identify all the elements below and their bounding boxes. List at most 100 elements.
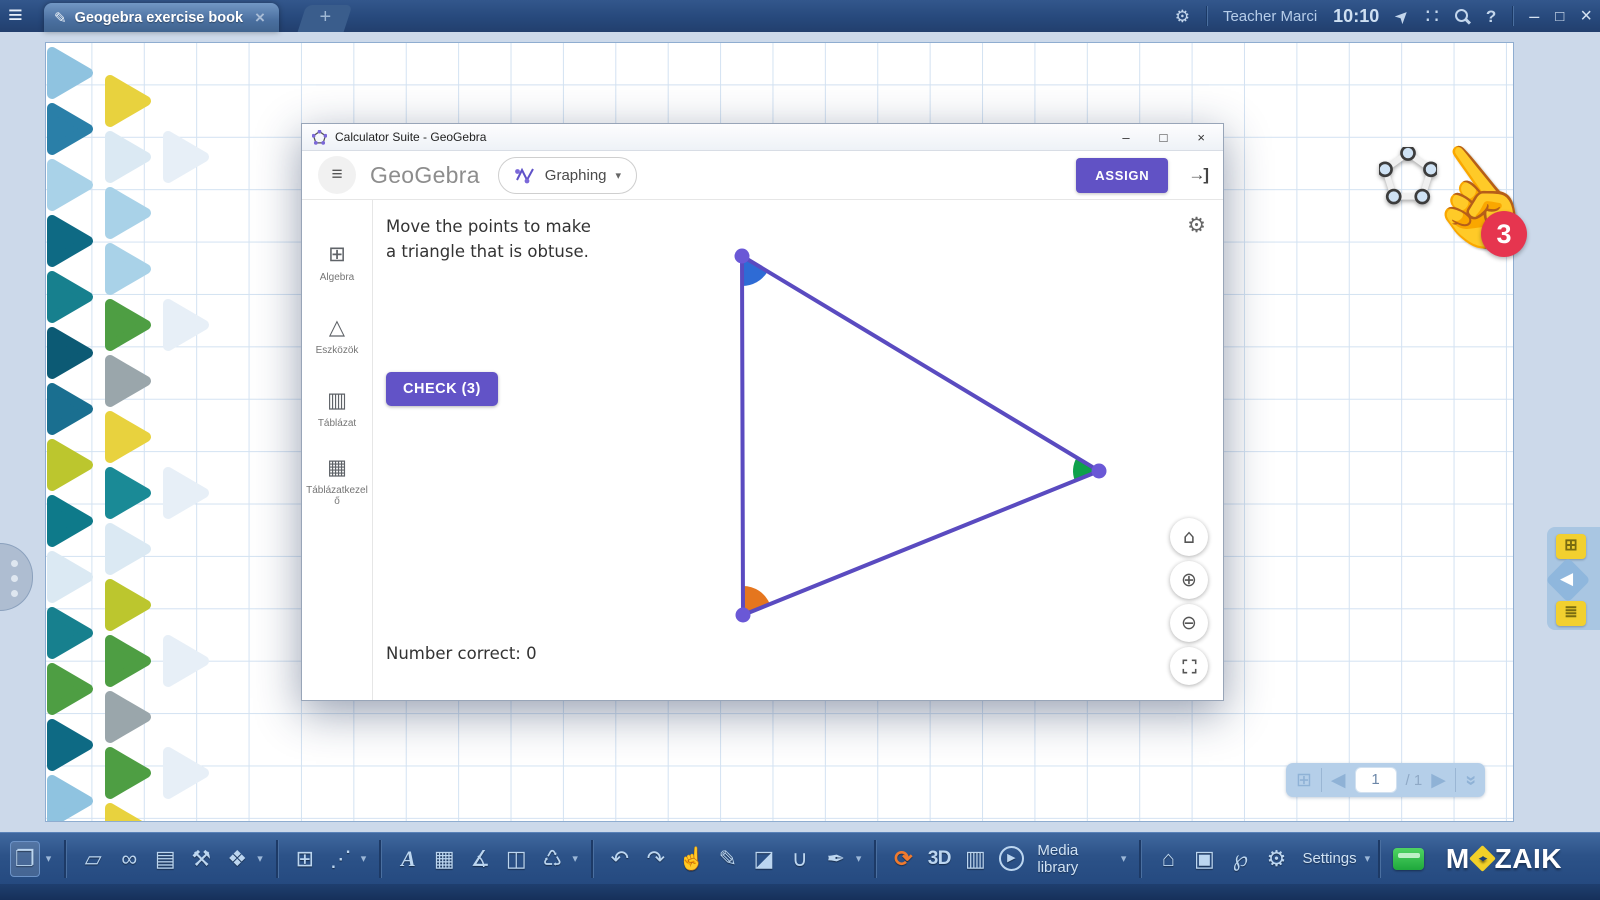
toolbar-divider xyxy=(874,840,876,878)
add-page-button[interactable]: ⊞ xyxy=(291,841,319,877)
toolbar-divider xyxy=(64,840,66,878)
sidebar-item-spreadsheet[interactable]: ▦ Táblázatkezelő xyxy=(302,449,372,513)
segment-tool-button[interactable]: ⋰ xyxy=(327,841,355,877)
vertex-point-right[interactable] xyxy=(1092,464,1107,479)
caret-icon[interactable]: ▾ xyxy=(46,852,52,865)
sidebar-item-table[interactable]: ▥ Táblázat xyxy=(302,376,372,440)
triangle-edges[interactable] xyxy=(742,256,1099,615)
binoculars-icon: ∞ xyxy=(121,848,137,870)
next-page-icon[interactable]: ▶ xyxy=(1431,771,1446,790)
caret-icon[interactable]: ▾ xyxy=(572,852,578,865)
undo-button[interactable]: ↶ xyxy=(606,841,634,877)
redo-button[interactable]: ↷ xyxy=(642,841,670,877)
last-page-icon[interactable]: « xyxy=(1461,775,1480,786)
new-tab-button[interactable]: + xyxy=(298,5,353,32)
geogebra-menu-button[interactable]: ≡ xyxy=(318,156,356,194)
eraser-button[interactable]: ◪ xyxy=(750,841,778,877)
attachment-button[interactable]: ℘ xyxy=(1226,841,1254,877)
side-panel-handle[interactable] xyxy=(0,543,33,611)
help-icon[interactable]: ? xyxy=(1486,8,1496,25)
zoom-in-button[interactable]: ⊕ xyxy=(1170,561,1208,599)
keyboard-button[interactable] xyxy=(1393,848,1424,870)
exercise-list-tab[interactable]: ≣ xyxy=(1556,601,1586,626)
open-book-icon: ❐ xyxy=(15,848,35,870)
add-page-tab[interactable]: ⊞ xyxy=(1556,534,1586,559)
geogebra-window: Calculator Suite - GeoGebra – □ × ≡ GeoG… xyxy=(301,123,1224,701)
settings-dropdown[interactable]: Settings xyxy=(1302,850,1356,867)
tab-close-icon[interactable]: × xyxy=(255,8,265,28)
window-close-button[interactable]: × xyxy=(1197,131,1205,144)
snapshot-button[interactable]: ▣ xyxy=(1190,841,1218,877)
marker-button[interactable]: ✎ xyxy=(714,841,742,877)
zoom-in-icon: ⊕ xyxy=(1181,569,1197,591)
open-book-button[interactable]: ❐ xyxy=(10,841,40,877)
compass-icon: ∡ xyxy=(470,848,490,870)
window-maximize-button[interactable]: □ xyxy=(1160,131,1168,144)
main-menu-icon[interactable]: ≡ xyxy=(8,1,23,30)
geogebra-canvas[interactable]: Move the points to make a triangle that … xyxy=(373,200,1223,700)
zoom-out-button[interactable]: ⊖ xyxy=(1170,604,1208,642)
geometry-tool-button[interactable]: ∡ xyxy=(466,841,494,877)
table-tool-button[interactable]: ▦ xyxy=(430,841,458,877)
sidebar-item-tools[interactable]: △ Eszközök xyxy=(302,303,372,367)
layers-icon: ❖ xyxy=(227,848,247,870)
assign-button[interactable]: ASSIGN xyxy=(1076,158,1168,193)
sidebar-item-algebra[interactable]: ⊞ Algebra xyxy=(302,230,372,294)
media-library-dropdown[interactable]: Media library xyxy=(1037,842,1113,876)
caret-icon[interactable]: ▾ xyxy=(856,852,862,865)
sidebar-item-label: Táblázat xyxy=(306,418,368,429)
rocket-icon[interactable]: ➤ xyxy=(1391,5,1413,27)
home-view-button[interactable]: ⌂ xyxy=(1170,518,1208,556)
eraser-icon: ◪ xyxy=(753,848,774,870)
settings-gear-button[interactable]: ⚙ xyxy=(1262,841,1290,877)
bottom-strip xyxy=(0,884,1600,900)
vertex-point-bottom[interactable] xyxy=(736,608,751,623)
fill-button[interactable]: ∪ xyxy=(786,841,814,877)
function-icon xyxy=(514,164,536,186)
caret-icon[interactable]: ▾ xyxy=(1121,852,1127,865)
user-name: Teacher Marci xyxy=(1223,8,1317,25)
hand-tool-button[interactable]: ☝ xyxy=(678,841,706,877)
sign-in-icon[interactable]: →] xyxy=(1188,165,1207,185)
sidebar-item-label: Algebra xyxy=(306,272,368,283)
exercise-sheet-button[interactable]: ▤ xyxy=(151,841,179,877)
media-insert-button[interactable]: ◫ xyxy=(502,841,530,877)
homework-button[interactable]: ⌂ xyxy=(1154,841,1182,877)
fullscreen-button[interactable] xyxy=(1170,647,1208,685)
geogebra-titlebar[interactable]: Calculator Suite - GeoGebra – □ × xyxy=(302,124,1223,151)
toolbar-divider xyxy=(1139,840,1141,878)
add-page-icon[interactable]: ⊞ xyxy=(1296,771,1312,790)
education-button[interactable]: ▱ xyxy=(79,841,107,877)
app-minimize-button[interactable]: – xyxy=(1529,6,1539,27)
geogebra-brand: GeoGebra xyxy=(370,162,480,189)
app-close-button[interactable]: × xyxy=(1580,5,1592,28)
caret-icon[interactable]: ▾ xyxy=(1365,852,1371,865)
caret-icon[interactable]: ▾ xyxy=(361,852,367,865)
previous-page-icon[interactable]: ◀ xyxy=(1331,771,1346,790)
document-tab[interactable]: ✎ Geogebra exercise book × xyxy=(44,3,279,32)
chevron-down-icon: ▾ xyxy=(616,169,622,182)
vertex-point-top[interactable] xyxy=(735,249,750,264)
app-restore-button[interactable]: □ xyxy=(1555,8,1564,25)
text-tool-button[interactable]: A xyxy=(394,841,422,877)
search-icon[interactable] xyxy=(1455,9,1470,24)
brushes-button[interactable]: ✒ xyxy=(822,841,850,877)
mode-dropdown[interactable]: Graphing ▾ xyxy=(498,157,637,194)
apps-grid-icon[interactable]: ∷ xyxy=(1425,6,1438,27)
media-search-button[interactable]: ∞ xyxy=(115,841,143,877)
3d-scenes-button[interactable]: 3D xyxy=(925,841,953,877)
caret-icon[interactable]: ▾ xyxy=(257,852,263,865)
step-count-badge: 3 xyxy=(1481,211,1527,257)
play-media-button[interactable]: ▶ xyxy=(997,841,1025,877)
tools-button[interactable]: ⚒ xyxy=(187,841,215,877)
sync-settings-icon[interactable]: ⚙ xyxy=(1175,8,1190,25)
mozaweb-button[interactable]: ⟳ xyxy=(889,841,917,877)
delete-button[interactable]: ♺ xyxy=(538,841,566,877)
layers-button[interactable]: ❖ xyxy=(223,841,251,877)
clapperboard-icon: ◫ xyxy=(506,848,527,870)
window-minimize-button[interactable]: – xyxy=(1122,131,1129,144)
exercise-editor-button[interactable]: ▥ xyxy=(961,841,989,877)
gear-icon: ⚙ xyxy=(1267,848,1287,870)
page-number-input[interactable]: 1 xyxy=(1355,767,1397,793)
collapse-arrow-icon[interactable]: ◀ xyxy=(1560,569,1573,589)
